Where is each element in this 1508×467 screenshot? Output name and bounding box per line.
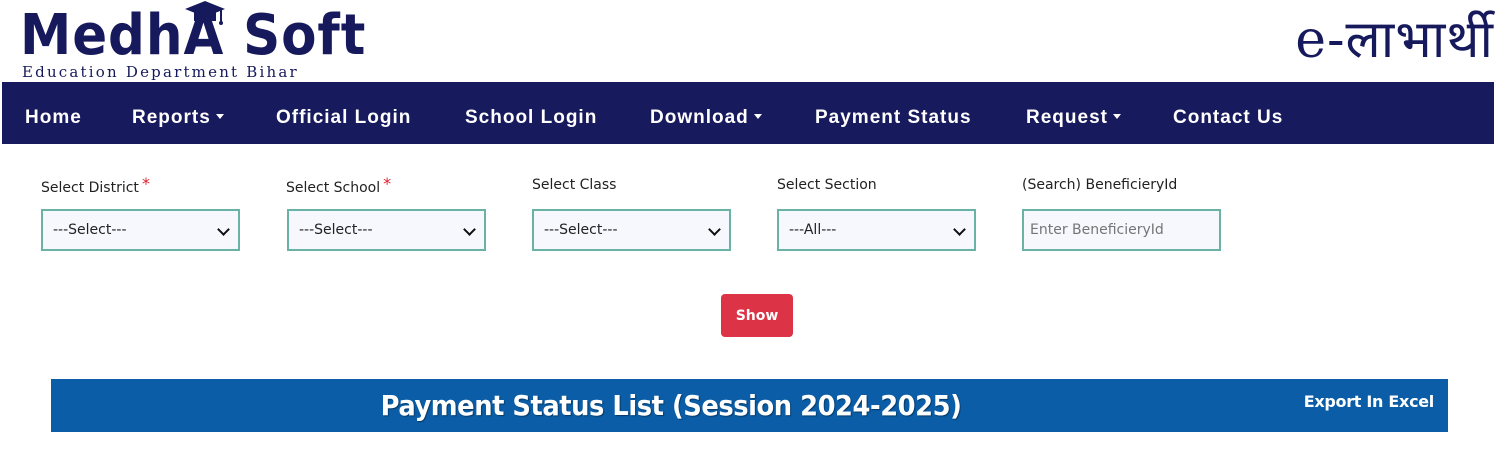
- chevron-down-icon: [708, 223, 721, 236]
- caret-down-icon: [1112, 113, 1121, 119]
- chevron-down-icon: [463, 223, 476, 236]
- graduation-cap-icon: [185, 1, 225, 25]
- nav-request-label: Request: [1026, 107, 1108, 128]
- required-mark: *: [141, 174, 150, 193]
- beneficiary-label: (Search) BeneficieryId: [1022, 177, 1177, 193]
- site-header: MedhA Soft Education Department Bihar e-…: [0, 0, 1508, 82]
- class-label-text: Select Class: [532, 177, 617, 193]
- nav-official-login-label: Official Login: [276, 107, 412, 128]
- section-label-text: Select Section: [777, 177, 877, 193]
- chevron-down-icon: [953, 223, 966, 236]
- nav-contact-us[interactable]: Contact Us: [1173, 82, 1283, 144]
- district-select[interactable]: ---Select---: [41, 209, 240, 251]
- district-label-text: Select District: [41, 180, 139, 196]
- medhasoft-logo[interactable]: MedhA Soft Education Department Bihar: [20, 1, 365, 82]
- show-button[interactable]: Show: [721, 294, 793, 337]
- caret-down-icon: [753, 113, 762, 119]
- beneficiary-search-input[interactable]: [1022, 209, 1221, 251]
- page-title: Payment Status List (Session 2024-2025): [380, 389, 962, 422]
- section-label: Select Section: [777, 177, 877, 193]
- nav-payment-status[interactable]: Payment Status: [815, 82, 972, 144]
- export-excel-link[interactable]: Export In Excel: [1304, 379, 1435, 432]
- nav-payment-status-label: Payment Status: [815, 107, 972, 128]
- payment-status-list-header: Payment Status List (Session 2024-2025) …: [51, 379, 1448, 432]
- district-label: Select District *: [41, 174, 150, 196]
- nav-school-login-label: School Login: [465, 107, 598, 128]
- nav-request[interactable]: Request: [1026, 82, 1121, 144]
- class-label: Select Class: [532, 177, 616, 193]
- nav-school-login[interactable]: School Login: [465, 82, 597, 144]
- nav-reports[interactable]: Reports: [132, 82, 224, 144]
- school-label-text: Select School: [286, 180, 381, 196]
- e-labharthi-logo: e-लाभार्थी: [1295, 10, 1494, 70]
- school-label: Select School *: [286, 174, 392, 196]
- nav-reports-label: Reports: [132, 107, 211, 128]
- nav-download-label: Download: [650, 107, 749, 128]
- district-select-value: ---Select---: [53, 222, 127, 238]
- school-select-value: ---Select---: [299, 222, 373, 238]
- class-select[interactable]: ---Select---: [532, 209, 731, 251]
- main-navbar: Home Reports Official Login School Login…: [2, 82, 1494, 144]
- logo-subtitle: Education Department Bihar: [22, 63, 299, 81]
- section-select[interactable]: ---All---: [777, 209, 976, 251]
- nav-home[interactable]: Home: [25, 82, 82, 144]
- required-mark: *: [383, 174, 392, 193]
- nav-official-login[interactable]: Official Login: [276, 82, 411, 144]
- beneficiary-label-text: (Search) BeneficieryId: [1022, 177, 1178, 193]
- nav-home-label: Home: [25, 107, 82, 128]
- chevron-down-icon: [217, 223, 230, 236]
- nav-download[interactable]: Download: [650, 82, 762, 144]
- caret-down-icon: [215, 113, 224, 119]
- school-select[interactable]: ---Select---: [287, 209, 486, 251]
- section-select-value: ---All---: [789, 222, 837, 238]
- nav-contact-us-label: Contact Us: [1173, 107, 1284, 128]
- class-select-value: ---Select---: [544, 222, 618, 238]
